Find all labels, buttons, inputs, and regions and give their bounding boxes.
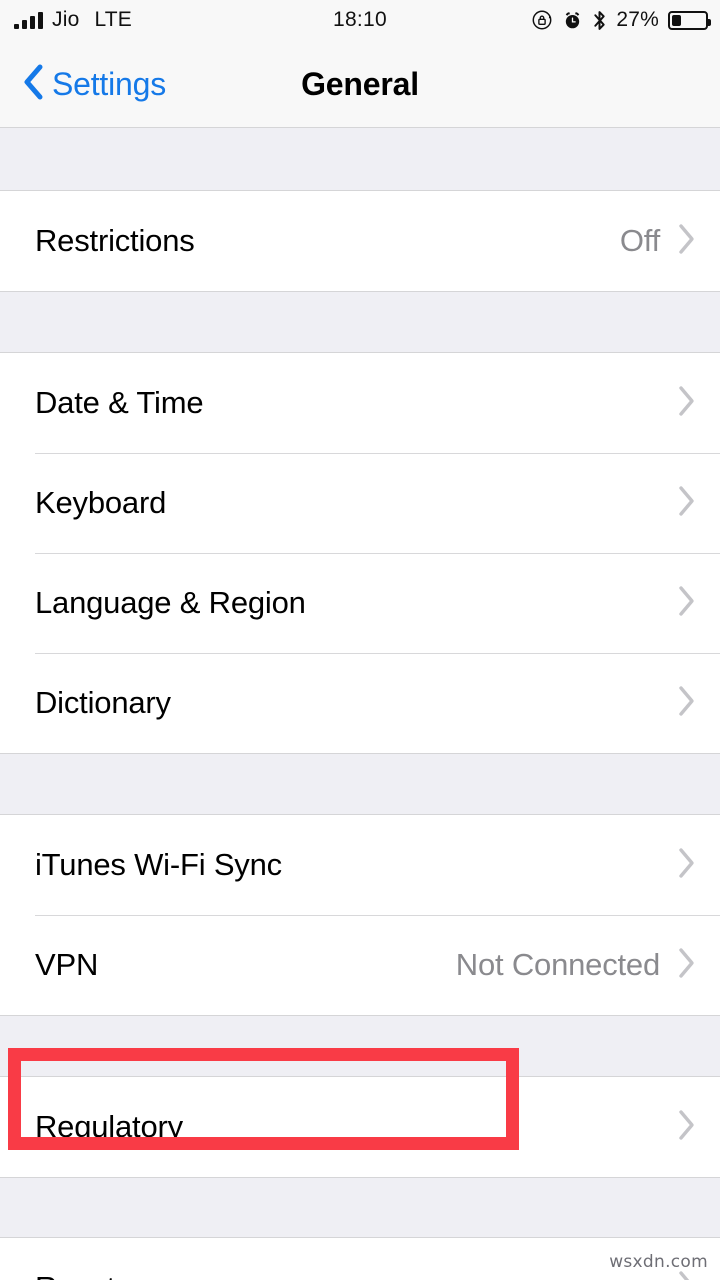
settings-group-localization: Date & Time Keyboard Language & Region D… [0,352,720,754]
chevron-right-icon [676,584,696,623]
settings-row-keyboard[interactable]: Keyboard [0,453,720,553]
section-gap [0,1016,720,1076]
settings-row-dictionary[interactable]: Dictionary [0,653,720,753]
row-label: Keyboard [35,485,167,520]
row-label: VPN [35,947,99,982]
settings-group-connectivity: iTunes Wi-Fi Sync VPN Not Connected [0,814,720,1016]
rotation-lock-icon [531,9,553,31]
settings-group-restrictions: Restrictions Off [0,190,720,292]
settings-row-vpn[interactable]: VPN Not Connected [0,915,720,1015]
section-gap [0,754,720,814]
chevron-right-icon [676,484,696,523]
navigation-bar: Settings General [0,40,720,128]
row-label: Restrictions [35,223,195,258]
settings-row-regulatory[interactable]: Regulatory [0,1077,720,1177]
settings-row-date-time[interactable]: Date & Time [0,353,720,453]
chevron-right-icon [676,384,696,423]
section-gap [0,129,720,190]
section-gap [0,292,720,352]
row-label: iTunes Wi-Fi Sync [35,847,282,882]
row-value: Off [619,223,660,258]
section-gap [0,1178,720,1237]
page-title: General [301,65,419,102]
bluetooth-icon [592,9,607,32]
chevron-right-icon [676,1108,696,1147]
watermark: wsxdn.com [609,1252,708,1272]
row-label: Date & Time [35,385,204,420]
status-bar: Jio LTE 18:10 27% [0,0,720,40]
phone-screen: Jio LTE 18:10 27% Settings General Restr… [0,0,720,1280]
row-label: Language & Region [35,585,306,620]
settings-row-language-region[interactable]: Language & Region [0,553,720,653]
chevron-right-icon [676,222,696,261]
row-value: Not Connected [455,947,660,982]
status-bar-right: 27% [531,0,711,40]
chevron-right-icon [676,684,696,723]
row-label: Reset [35,1270,676,1280]
battery-percent-label: 27% [616,8,659,31]
alarm-clock-icon [562,10,583,31]
row-label: Dictionary [35,685,171,720]
row-label: Regulatory [35,1109,183,1144]
battery-icon [668,10,711,30]
chevron-right-icon [676,946,696,985]
settings-list[interactable]: Restrictions Off Date & Time Keyboard La… [0,129,720,1280]
settings-group-regulatory: Regulatory [0,1076,720,1178]
settings-row-itunes-wifi-sync[interactable]: iTunes Wi-Fi Sync [0,815,720,915]
chevron-right-icon [676,846,696,885]
settings-row-restrictions[interactable]: Restrictions Off [0,191,720,291]
